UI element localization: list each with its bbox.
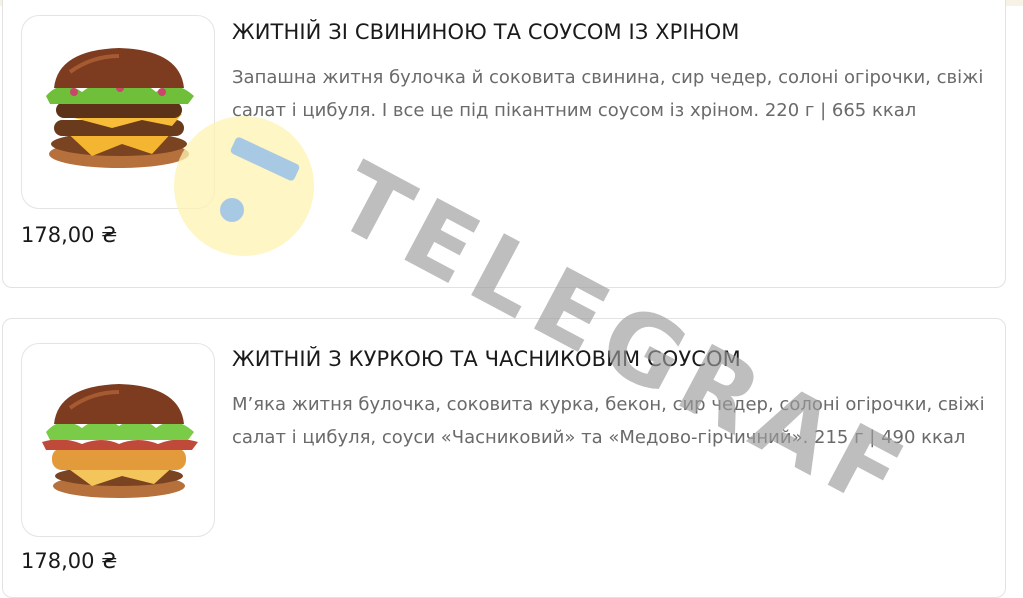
product-image[interactable]	[21, 343, 215, 537]
product-image[interactable]	[21, 15, 215, 209]
product-description: Запашна житня булочка й соковита свинина…	[232, 67, 984, 121]
product-title[interactable]: ЖИТНІЙ З КУРКОЮ ТА ЧАСНИКОВИМ СОУСОМ	[232, 347, 741, 371]
product-card[interactable]: ЖИТНІЙ З КУРКОЮ ТА ЧАСНИКОВИМ СОУСОМ М’я…	[2, 318, 1006, 598]
product-description: М’яка житня булочка, соковита курка, бек…	[232, 394, 985, 448]
product-price: 178,00 ₴	[21, 223, 118, 247]
product-title[interactable]: ЖИТНІЙ ЗІ СВИНИНОЮ ТА СОУСОМ ІЗ ХРІНОМ	[232, 20, 739, 44]
product-price: 178,00 ₴	[21, 549, 118, 573]
chicken-burger-icon	[42, 384, 198, 498]
pork-burger-icon	[46, 48, 194, 168]
product-card[interactable]: ЖИТНІЙ ЗІ СВИНИНОЮ ТА СОУСОМ ІЗ ХРІНОМ З…	[2, 0, 1006, 288]
